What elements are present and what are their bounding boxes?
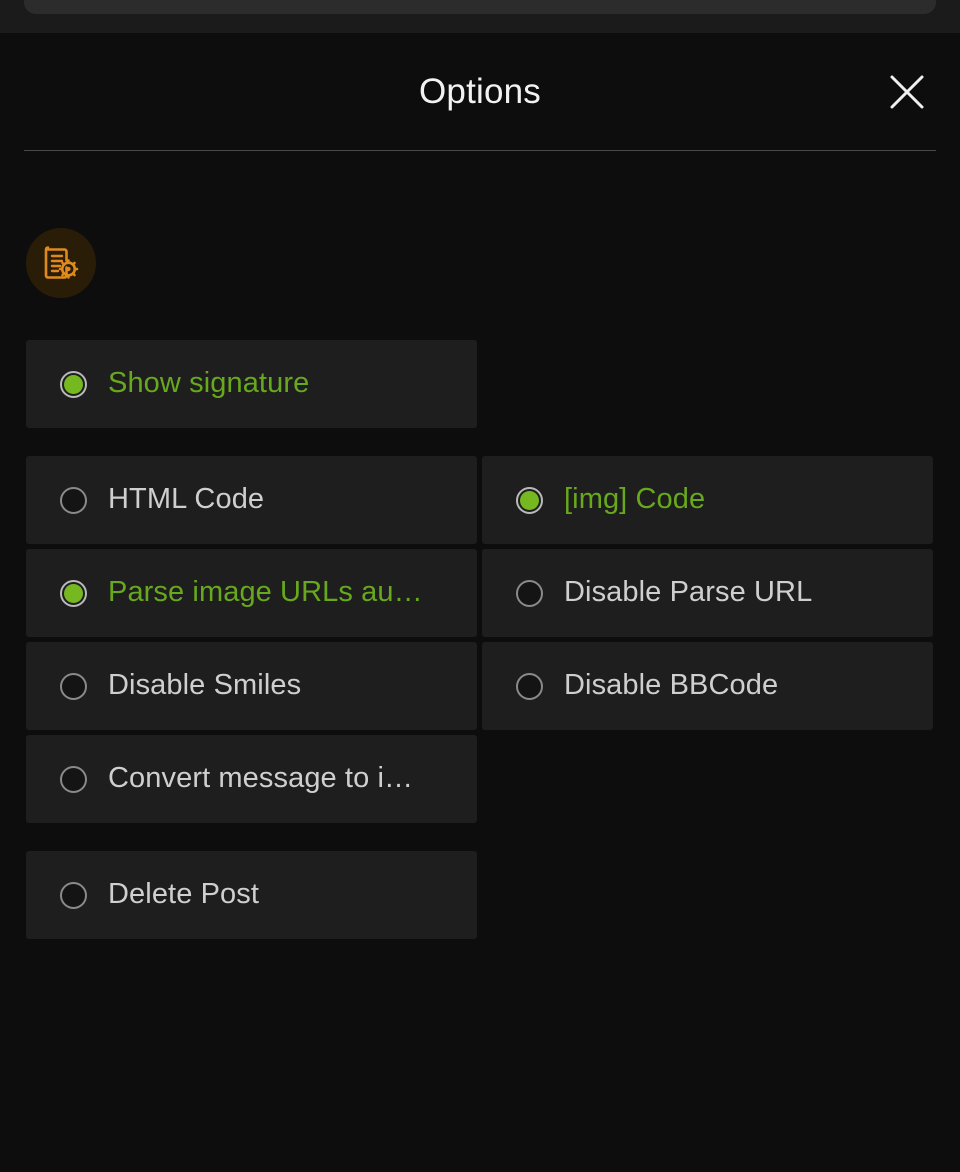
options-modal-sheet: Options Show signature HTML Code [img] C… [0,33,960,1172]
option-row: Parse image URLs au… Disable Parse URL [26,549,934,637]
close-button[interactable] [878,63,936,121]
page-title: Options [418,72,542,111]
option-label: Disable BBCode [564,670,779,702]
option-label: HTML Code [108,484,265,516]
radio-icon [60,765,87,793]
option-label: Parse image URLs au… [108,577,423,609]
option-label: Show signature [108,368,310,400]
option-delete-post[interactable]: Delete Post [26,851,477,939]
option-img-code[interactable]: [img] Code [482,456,933,544]
radio-icon [60,672,87,700]
document-gear-icon [26,228,96,298]
option-row: HTML Code [img] Code [26,456,934,544]
option-parse-image-urls[interactable]: Parse image URLs au… [26,549,477,637]
post-options-badge [26,228,96,298]
radio-icon [60,579,87,607]
radio-icon [516,486,543,514]
host-page-backdrop [0,0,960,33]
radio-icon [516,672,543,700]
option-disable-smiles[interactable]: Disable Smiles [26,642,477,730]
option-disable-parse-url[interactable]: Disable Parse URL [482,549,933,637]
close-icon [885,70,929,114]
option-label: Disable Smiles [108,670,302,702]
option-show-signature[interactable]: Show signature [26,340,477,428]
option-placeholder [482,851,933,939]
option-html-code[interactable]: HTML Code [26,456,477,544]
options-grid: Show signature HTML Code [img] Code Pars… [26,340,934,944]
option-label: [img] Code [564,484,706,516]
option-placeholder [482,340,933,428]
host-page-panel [24,0,936,14]
option-row: Convert message to i… [26,735,934,823]
radio-icon [60,881,87,909]
option-row: Show signature [26,340,934,428]
option-convert-message[interactable]: Convert message to i… [26,735,477,823]
option-placeholder [482,735,933,823]
radio-icon [60,370,87,398]
modal-body: Show signature HTML Code [img] Code Pars… [0,151,960,1172]
option-row: Disable Smiles Disable BBCode [26,642,934,730]
option-label: Disable Parse URL [564,577,813,609]
radio-icon [60,486,87,514]
radio-icon [516,579,543,607]
option-label: Convert message to i… [108,763,414,795]
option-disable-bbcode[interactable]: Disable BBCode [482,642,933,730]
modal-header: Options [0,33,960,150]
option-label: Delete Post [108,879,260,911]
option-row: Delete Post [26,851,934,939]
